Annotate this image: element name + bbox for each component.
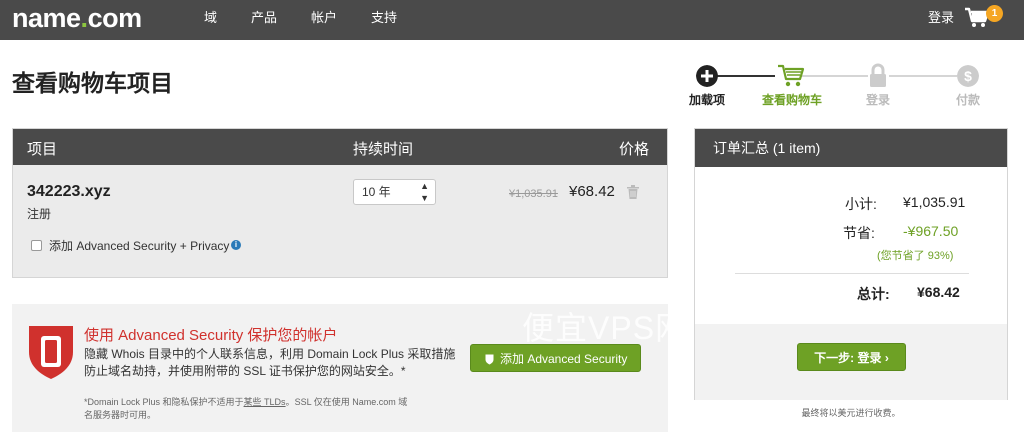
duration-select[interactable]: 10 年 ▲ ▼: [353, 179, 436, 205]
promo-title: 使用 Advanced Security 保护您的帐户: [84, 327, 338, 344]
column-header-price: 价格: [619, 141, 650, 158]
logo-text-tail: com: [87, 3, 143, 33]
savings-value: -¥967.50: [903, 223, 959, 239]
duration-selected-value: 10 年: [362, 185, 391, 199]
cart-icon: [778, 64, 805, 87]
nav-account[interactable]: 帐户: [311, 0, 337, 40]
cart-count-badge: 1: [986, 5, 1003, 22]
nav-support[interactable]: 支持: [371, 0, 397, 40]
currency-note: 最终将以美元进行收费。: [801, 408, 901, 418]
logo-dot: .: [80, 3, 89, 33]
lock-icon: [870, 63, 886, 87]
next-step-login-button-label: 下一步: 登录: [814, 351, 882, 365]
step-label-payment: 付款: [955, 93, 980, 107]
savings-percent: (您节省了 93%): [877, 250, 954, 262]
total-value: ¥68.42: [917, 284, 960, 300]
plus-circle-icon: [696, 65, 718, 87]
footnote-text: *Domain Lock Plus 和隐私保护不适用于: [84, 397, 244, 407]
step-label-view-cart: 查看购物车: [761, 93, 822, 107]
top-navigation-bar: name.com 域 产品 帐户 支持 登录 1: [0, 0, 1024, 40]
total-label: 总计:: [857, 286, 890, 302]
advanced-security-checkbox[interactable]: [31, 240, 42, 251]
dollar-circle-icon: $: [957, 65, 979, 87]
nav-domains[interactable]: 域: [204, 0, 217, 40]
add-advanced-security-button-label: 添加 Advanced Security: [500, 352, 628, 366]
step-label-addons: 加载项: [688, 93, 725, 107]
step-connector: [800, 75, 868, 77]
promo-description: 隐藏 Whois 目录中的个人联系信息，利用 Domain Lock Plus …: [84, 347, 456, 378]
table-header: 项目 持续时间 价格: [13, 129, 667, 165]
step-label-login: 登录: [865, 93, 890, 107]
order-summary-title: 订单汇总 (1 item): [695, 129, 1007, 167]
svg-text:$: $: [964, 68, 972, 84]
watermark: 便宜VPS网: [522, 310, 689, 346]
some-tlds-link[interactable]: 某些 TLDs: [244, 397, 286, 407]
domain-name: 342223.xyz: [27, 183, 111, 200]
original-price: ¥1,035.91: [509, 188, 558, 200]
summary-divider: [735, 273, 969, 274]
cart-items-table: 项目 持续时间 价格 342223.xyz 注册 10 年 ▲ ▼ ¥1,035.…: [12, 128, 668, 278]
next-step-login-button[interactable]: 下一步: 登录 ›: [797, 343, 906, 371]
trash-icon[interactable]: [627, 185, 639, 199]
checkout-progress: 加载项 查看购物车 登录 $ 付款: [680, 62, 1010, 110]
step-connector: [889, 75, 957, 77]
savings-label: 节省:: [843, 225, 875, 241]
nav-products[interactable]: 产品: [251, 0, 277, 40]
column-header-duration: 持续时间: [353, 141, 414, 158]
chevron-right-icon: ›: [884, 351, 889, 365]
order-summary-panel: 订单汇总 (1 item) 小计: ¥1,035.91 节省: -¥967.50…: [694, 128, 1008, 400]
login-link[interactable]: 登录: [928, 0, 954, 40]
name-com-logo[interactable]: name.com: [12, 2, 142, 34]
shield-icon: [29, 326, 73, 379]
advanced-security-checkbox-label[interactable]: 添加 Advanced Security + Privacy: [49, 237, 229, 254]
select-arrows-icon: ▲ ▼: [420, 181, 429, 203]
promo-footnote: *Domain Lock Plus 和隐私保护不适用于某些 TLDs。SSL 仅…: [84, 396, 414, 422]
domain-registration-type: 注册: [27, 207, 52, 221]
shield-icon: [485, 354, 494, 365]
page-title: 查看购物车项目: [12, 70, 173, 96]
column-header-item: 项目: [27, 141, 58, 158]
info-icon[interactable]: i: [231, 240, 241, 250]
subtotal-value: ¥1,035.91: [903, 194, 966, 210]
discounted-price: ¥68.42: [569, 183, 615, 200]
subtotal-label: 小计:: [845, 196, 877, 212]
logo-text-main: name: [12, 3, 81, 33]
